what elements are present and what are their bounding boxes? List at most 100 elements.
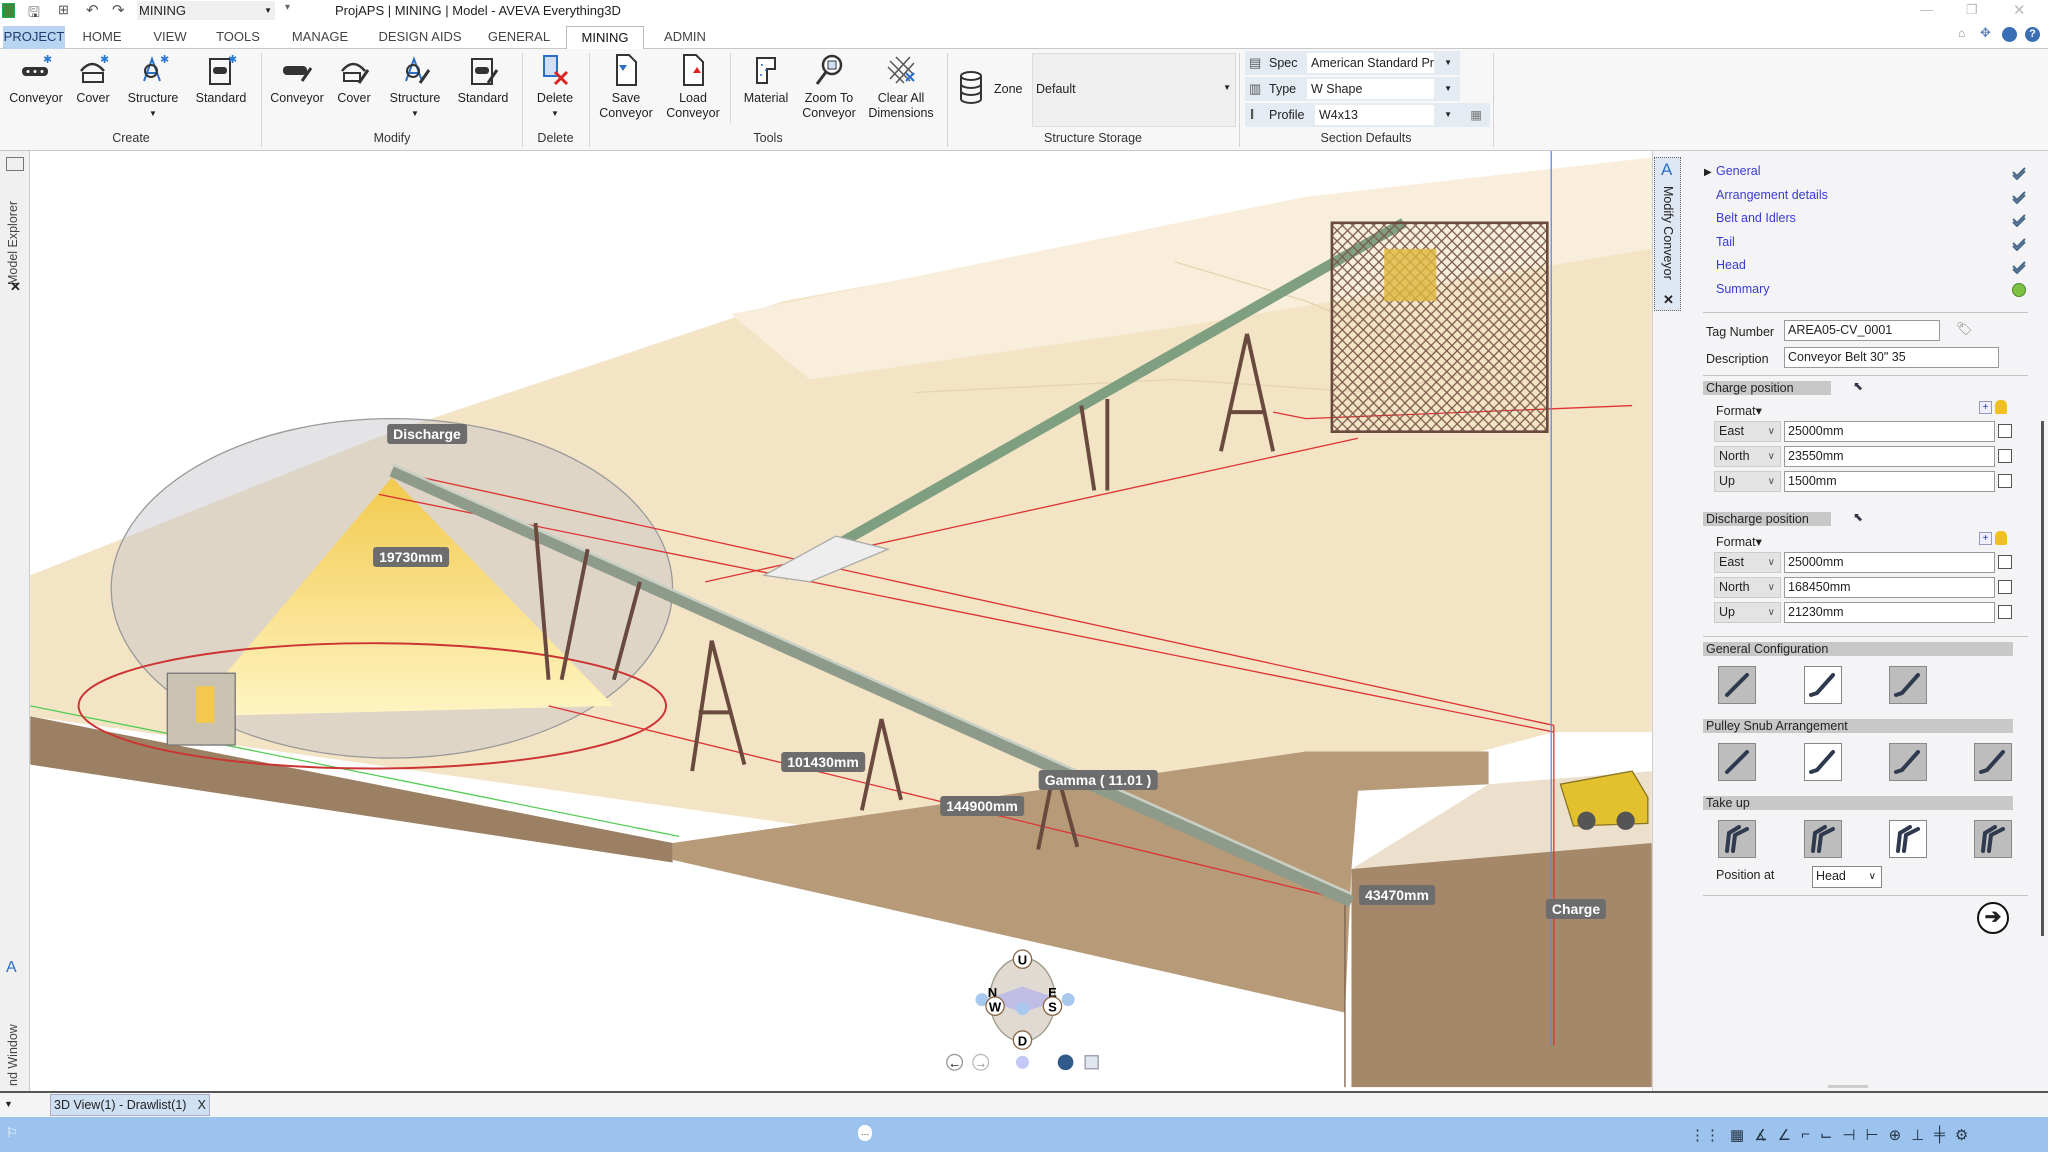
- snap-mid-icon[interactable]: ⌙: [1820, 1126, 1833, 1144]
- dim-left-icon[interactable]: ⊣: [1842, 1126, 1855, 1144]
- take-up-option-4[interactable]: [1974, 820, 2012, 858]
- home-view-icon[interactable]: [1015, 1055, 1029, 1069]
- create-structure-button[interactable]: ✱ Structure ▼: [124, 53, 182, 121]
- discharge-axis-select[interactable]: Up ∨: [1714, 602, 1781, 623]
- tab-list-icon[interactable]: ▼: [4, 1099, 13, 1109]
- snap-grid-icon[interactable]: ▦: [1730, 1126, 1744, 1144]
- cube-view-icon[interactable]: [1084, 1055, 1099, 1070]
- close-tab-icon[interactable]: X: [198, 1095, 206, 1115]
- globe-icon[interactable]: [1057, 1054, 1074, 1071]
- minimize-button[interactable]: —: [1920, 2, 1933, 17]
- lock-icon[interactable]: [1995, 400, 2007, 414]
- charge-lock-checkbox[interactable]: [1998, 424, 2012, 438]
- nav-step-general[interactable]: General: [1716, 164, 1760, 178]
- take-up-option-1[interactable]: [1718, 820, 1756, 858]
- close-button[interactable]: ✕: [2013, 1, 2026, 19]
- general-config-option-2[interactable]: [1804, 666, 1842, 704]
- tab-view[interactable]: VIEW: [140, 26, 200, 49]
- take-up-option-3[interactable]: [1889, 820, 1927, 858]
- tab-design-aids[interactable]: DESIGN AIDS: [370, 26, 470, 49]
- tab-home[interactable]: HOME: [70, 26, 134, 49]
- load-conveyor-button[interactable]: Load Conveyor: [664, 53, 722, 121]
- pulley-snub-option-4[interactable]: [1974, 743, 2012, 781]
- position-at-select[interactable]: Head ∨: [1812, 866, 1882, 888]
- general-config-option-1[interactable]: [1718, 666, 1756, 704]
- nav-step-belt-and-idlers[interactable]: Belt and Idlers: [1716, 211, 1796, 225]
- material-button[interactable]: Material: [737, 53, 795, 106]
- compass-south[interactable]: S: [1048, 999, 1057, 1014]
- tab-tools[interactable]: TOOLS: [205, 26, 271, 49]
- spec-dropdown[interactable]: ▤ Spec American Standard Pr ▼: [1245, 51, 1460, 75]
- profile-dropdown[interactable]: I Profile W4x13 ▼ ▦: [1245, 103, 1490, 127]
- redo-icon[interactable]: ↷: [112, 1, 125, 19]
- pick-position-icon[interactable]: ⬉: [1853, 379, 1863, 393]
- compass-down[interactable]: D: [1018, 1033, 1027, 1048]
- snap-angle-icon[interactable]: ∡: [1754, 1126, 1767, 1144]
- save-conveyor-button[interactable]: Save Conveyor: [597, 53, 655, 121]
- modify-conveyor-tab[interactable]: A Modify Conveyor ✕: [1654, 157, 1681, 311]
- panel-scrollbar[interactable]: [2041, 421, 2044, 936]
- user-icon[interactable]: [2002, 27, 2017, 42]
- close-icon[interactable]: ✕: [10, 279, 21, 295]
- charge-coordinate-input[interactable]: 25000mm: [1784, 421, 1995, 442]
- pin-icon[interactable]: ✥: [1980, 25, 1991, 41]
- resize-grip[interactable]: [1828, 1085, 1868, 1088]
- table-icon[interactable]: ▦: [1470, 103, 1482, 127]
- pulley-snub-option-2[interactable]: [1804, 743, 1842, 781]
- nav-step-summary[interactable]: Summary: [1716, 282, 1769, 296]
- workspace-combo[interactable]: MINING ▼: [137, 1, 275, 20]
- pulley-snub-option-3[interactable]: [1889, 743, 1927, 781]
- dim-right-icon[interactable]: ⊢: [1866, 1126, 1879, 1144]
- undo-icon[interactable]: ↶: [86, 1, 99, 19]
- create-cover-button[interactable]: ✱ Cover: [64, 53, 122, 106]
- network-icon[interactable]: ⊞: [58, 2, 69, 18]
- offset-icon[interactable]: +: [1979, 532, 1992, 545]
- grid-icon[interactable]: ⋮⋮: [1690, 1126, 1720, 1144]
- discharge-axis-select[interactable]: East ∨: [1714, 552, 1781, 573]
- snap-point-icon[interactable]: ∠: [1778, 1126, 1791, 1144]
- 3d-scene[interactable]: U D N W E S ← →: [30, 151, 1652, 1091]
- tab-project[interactable]: PROJECT: [3, 26, 65, 49]
- format-menu[interactable]: Format▾: [1716, 534, 1762, 549]
- offset-icon[interactable]: +: [1979, 401, 1992, 414]
- pulley-snub-option-1[interactable]: [1718, 743, 1756, 781]
- charge-lock-checkbox[interactable]: [1998, 474, 2012, 488]
- charge-lock-checkbox[interactable]: [1998, 449, 2012, 463]
- charge-coordinate-input[interactable]: 1500mm: [1784, 471, 1995, 492]
- help-icon[interactable]: ?: [2025, 27, 2040, 42]
- discharge-coordinate-input[interactable]: 25000mm: [1784, 552, 1995, 573]
- tag-icon[interactable]: 🏷: [1956, 321, 1973, 337]
- discharge-coordinate-input[interactable]: 21230mm: [1784, 602, 1995, 623]
- modify-conveyor-button[interactable]: Conveyor: [268, 53, 326, 106]
- tab-manage[interactable]: MANAGE: [276, 26, 364, 49]
- tab-3d-view[interactable]: 3D View(1) - Drawlist(1) X: [50, 1094, 210, 1116]
- discharge-axis-select[interactable]: North ∨: [1714, 577, 1781, 598]
- 3d-window-tab[interactable]: nd Window: [6, 991, 20, 1086]
- 3d-viewport[interactable]: U D N W E S ← →: [30, 151, 1652, 1091]
- flag-icon[interactable]: ⚐: [6, 1125, 18, 1141]
- delete-button[interactable]: Delete ▼: [526, 53, 584, 121]
- nav-step-head[interactable]: Head: [1716, 258, 1746, 272]
- message-icon[interactable]: …: [858, 1125, 872, 1141]
- modify-structure-button[interactable]: Structure ▼: [386, 53, 444, 121]
- charge-coordinate-input[interactable]: 23550mm: [1784, 446, 1995, 467]
- collapse-ribbon-icon[interactable]: ⌂: [1958, 26, 1965, 40]
- pick-position-icon[interactable]: ⬉: [1853, 510, 1863, 524]
- modify-cover-button[interactable]: Cover: [325, 53, 383, 106]
- discharge-coordinate-input[interactable]: 168450mm: [1784, 577, 1995, 598]
- tab-general[interactable]: GENERAL: [478, 26, 560, 49]
- snap-edge-icon[interactable]: ⌐: [1801, 1126, 1810, 1144]
- discharge-lock-checkbox[interactable]: [1998, 580, 2012, 594]
- format-menu[interactable]: Format▾: [1716, 403, 1762, 418]
- snap-center-icon[interactable]: ⊕: [1889, 1126, 1902, 1144]
- compass-up[interactable]: U: [1018, 952, 1027, 967]
- next-arrow-button[interactable]: ➔: [1977, 902, 2009, 934]
- snap-perp-icon[interactable]: ⊥: [1911, 1126, 1924, 1144]
- restore-button[interactable]: ❐: [1966, 2, 1978, 18]
- charge-axis-select[interactable]: East ∨: [1714, 421, 1781, 442]
- customize-icon[interactable]: ▾: [285, 2, 290, 13]
- zoom-to-conveyor-button[interactable]: Zoom To Conveyor: [800, 53, 858, 121]
- general-config-option-3[interactable]: [1889, 666, 1927, 704]
- clear-all-dimensions-button[interactable]: Clear All Dimensions: [865, 53, 937, 121]
- discharge-lock-checkbox[interactable]: [1998, 605, 2012, 619]
